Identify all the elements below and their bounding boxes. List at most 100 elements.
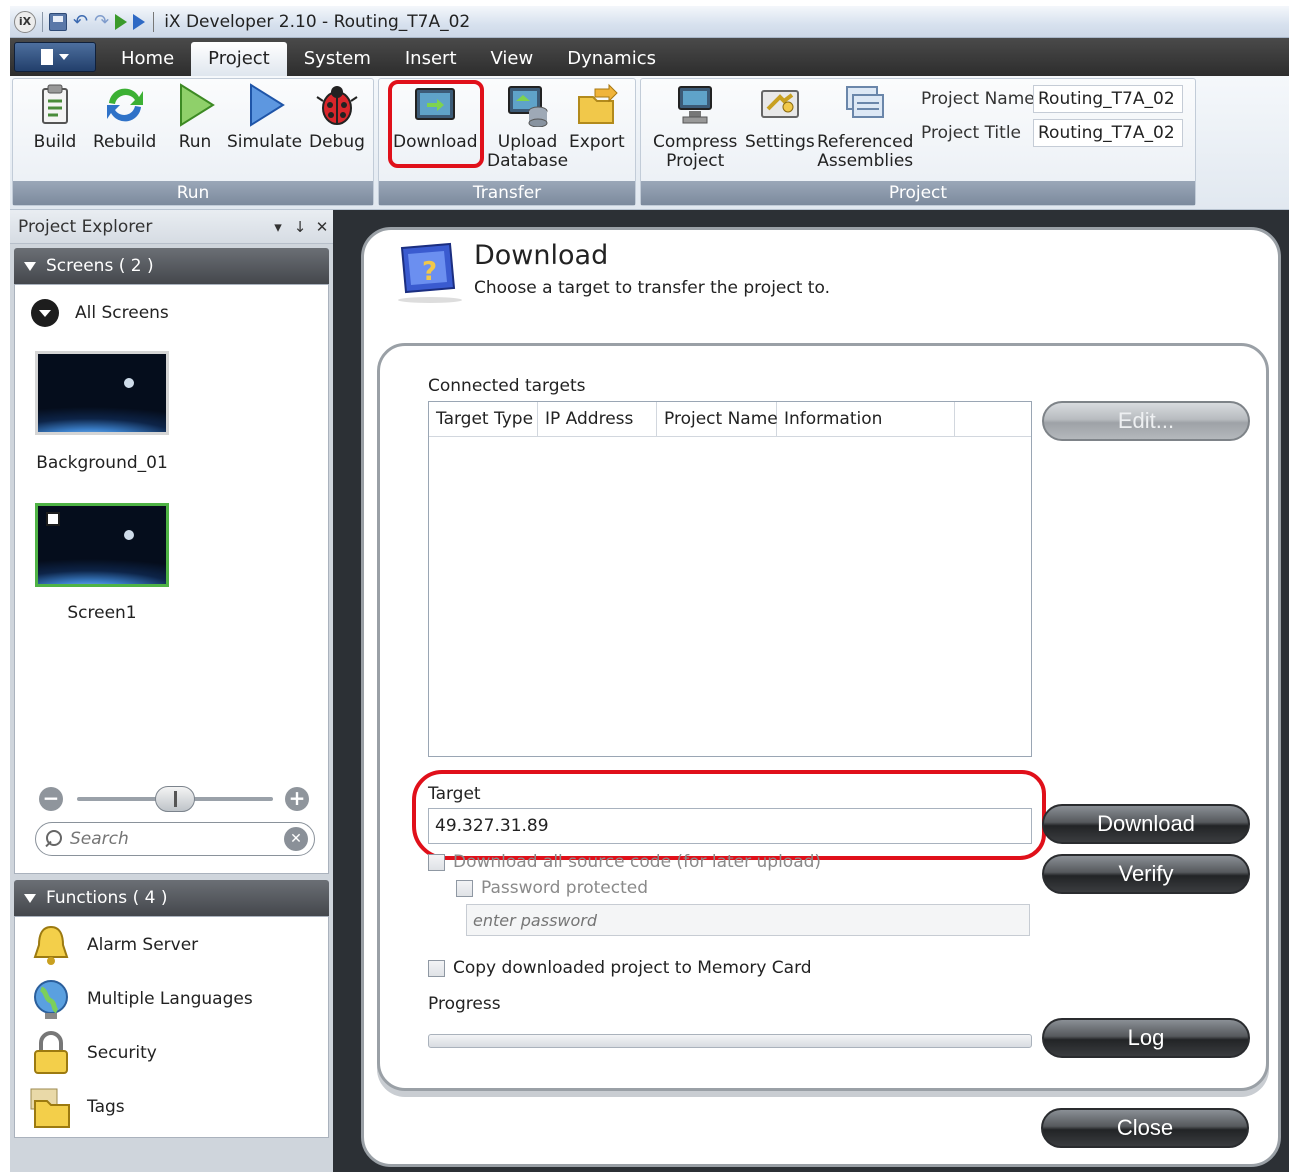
run-icon[interactable] bbox=[115, 13, 128, 30]
dialog-title: Download bbox=[474, 240, 609, 271]
progress-bar bbox=[428, 1034, 1032, 1048]
column-header-information[interactable]: Information bbox=[777, 402, 955, 436]
run-button[interactable]: Run bbox=[173, 83, 217, 152]
zoom-slider-thumb[interactable] bbox=[155, 786, 195, 812]
download-options-panel: Connected targets Target Type IP Address… bbox=[377, 343, 1269, 1091]
tab-insert[interactable]: Insert bbox=[388, 42, 474, 76]
functions-panel: Alarm Server Multiple Languages Security… bbox=[14, 916, 329, 1138]
screen-search[interactable]: ✕ bbox=[35, 822, 315, 856]
document-icon bbox=[41, 49, 53, 65]
pin-icon[interactable]: ↓ bbox=[289, 218, 311, 236]
function-item-alarm-server[interactable]: Alarm Server bbox=[29, 923, 198, 967]
build-icon bbox=[33, 83, 77, 127]
connected-targets-table[interactable]: Target Type IP Address Project Name Info… bbox=[428, 401, 1032, 757]
bell-icon bbox=[29, 923, 73, 967]
compress-label-1: Compress bbox=[653, 132, 738, 152]
title-bar: iX ↶ ↷ iX Developer 2.10 - Routing_T7A_0… bbox=[10, 6, 1289, 38]
settings-button[interactable]: Settings bbox=[745, 83, 815, 152]
close-icon[interactable]: ✕ bbox=[311, 218, 333, 236]
password-protected-checkbox[interactable]: Password protected bbox=[456, 878, 648, 898]
functions-section-header[interactable]: Functions ( 4 ) bbox=[14, 880, 329, 916]
undo-icon[interactable]: ↶ bbox=[73, 12, 88, 31]
assemblies-icon bbox=[843, 83, 887, 127]
build-button[interactable]: Build bbox=[33, 83, 77, 152]
checkbox-box[interactable] bbox=[456, 879, 473, 897]
referenced-assemblies-button[interactable]: Referenced Assemblies bbox=[817, 83, 913, 171]
tab-project[interactable]: Project bbox=[191, 42, 287, 76]
column-header-ip-address[interactable]: IP Address bbox=[538, 402, 657, 436]
function-item-security[interactable]: Security bbox=[29, 1031, 157, 1075]
function-label: Multiple Languages bbox=[87, 989, 253, 1009]
verify-button[interactable]: Verify bbox=[1042, 854, 1250, 894]
checkbox-box[interactable] bbox=[428, 853, 445, 871]
tab-view[interactable]: View bbox=[474, 42, 551, 76]
collapse-icon bbox=[24, 261, 36, 271]
dropdown-icon[interactable]: ▾ bbox=[267, 218, 289, 236]
zoom-out-icon[interactable]: − bbox=[39, 787, 63, 811]
edit-button[interactable]: Edit... bbox=[1042, 401, 1250, 441]
simulate-icon bbox=[243, 83, 287, 127]
bug-icon bbox=[315, 83, 359, 127]
upload-database-button[interactable]: Upload Database bbox=[487, 83, 568, 171]
functions-header-label: Functions ( 4 ) bbox=[46, 888, 168, 908]
screen-thumbnail-screen1[interactable] bbox=[35, 503, 169, 587]
dialog-subtitle: Choose a target to transfer the project … bbox=[474, 278, 830, 298]
column-header-target-type[interactable]: Target Type bbox=[429, 402, 538, 436]
tab-dynamics[interactable]: Dynamics bbox=[550, 42, 673, 76]
download-button[interactable]: Download bbox=[1042, 804, 1250, 844]
export-label: Export bbox=[569, 132, 625, 152]
function-label: Alarm Server bbox=[87, 935, 199, 955]
screens-panel: All Screens Background_01 Screen1 − + ✕ bbox=[14, 284, 329, 874]
simulate-button[interactable]: Simulate bbox=[227, 83, 302, 152]
project-title-input[interactable] bbox=[1033, 119, 1183, 147]
screens-section-header[interactable]: Screens ( 2 ) bbox=[14, 248, 329, 284]
tab-system[interactable]: System bbox=[287, 42, 388, 76]
export-button[interactable]: Export bbox=[569, 83, 625, 152]
all-screens-item[interactable]: All Screens bbox=[31, 299, 169, 327]
clear-search-icon[interactable]: ✕ bbox=[284, 827, 308, 851]
target-label: Target bbox=[428, 784, 481, 804]
screen-label: Background_01 bbox=[36, 453, 168, 473]
tab-home[interactable]: Home bbox=[104, 42, 191, 76]
download-dialog-icon: ? bbox=[392, 240, 466, 304]
project-explorer-header: Project Explorer ▾ ↓ ✕ bbox=[10, 210, 333, 244]
compress-project-button[interactable]: Compress Project bbox=[653, 83, 737, 171]
redo-icon[interactable]: ↷ bbox=[94, 12, 109, 31]
app-logo[interactable]: iX bbox=[14, 10, 36, 33]
upload-label-2: Database bbox=[487, 151, 569, 171]
simulate-icon[interactable] bbox=[133, 13, 146, 30]
zoom-in-icon[interactable]: + bbox=[285, 787, 309, 811]
screen-thumbnail-background[interactable] bbox=[35, 351, 169, 435]
close-button[interactable]: Close bbox=[1041, 1108, 1249, 1148]
chevron-down-icon bbox=[31, 299, 59, 327]
debug-label: Debug bbox=[309, 132, 365, 152]
function-item-multiple-languages[interactable]: Multiple Languages bbox=[29, 977, 253, 1021]
download-source-checkbox[interactable]: Download all source code (for later uplo… bbox=[428, 852, 821, 872]
log-button[interactable]: Log bbox=[1042, 1018, 1250, 1058]
column-header-project-name[interactable]: Project Name bbox=[657, 402, 778, 436]
checkbox-box[interactable] bbox=[428, 959, 445, 977]
target-input[interactable] bbox=[428, 808, 1032, 844]
settings-label: Settings bbox=[745, 132, 815, 152]
download-icon bbox=[413, 83, 457, 127]
rebuild-button[interactable]: Rebuild bbox=[93, 83, 156, 152]
function-item-tags[interactable]: Tags bbox=[29, 1085, 125, 1129]
project-name-input[interactable] bbox=[1033, 85, 1183, 113]
tags-icon bbox=[29, 1085, 73, 1129]
password-input[interactable] bbox=[466, 904, 1030, 936]
search-input[interactable] bbox=[70, 829, 270, 849]
download-ribbon-button[interactable]: Download bbox=[393, 83, 478, 152]
run-group: Build Rebuild Run Simulate Debug Run bbox=[12, 78, 374, 206]
moon-image bbox=[124, 530, 134, 540]
application-menu-button[interactable] bbox=[14, 42, 96, 72]
zoom-slider[interactable]: − + bbox=[39, 785, 311, 813]
separator bbox=[42, 11, 43, 32]
project-explorer: Project Explorer ▾ ↓ ✕ Screens ( 2 ) All… bbox=[10, 210, 333, 1172]
run-label: Run bbox=[178, 132, 212, 152]
memory-card-checkbox[interactable]: Copy downloaded project to Memory Card bbox=[428, 958, 812, 978]
referenced-label-2: Assemblies bbox=[817, 151, 914, 171]
transfer-group-label: Transfer bbox=[379, 181, 635, 205]
debug-button[interactable]: Debug bbox=[309, 83, 365, 152]
save-icon[interactable] bbox=[49, 12, 67, 31]
build-label: Build bbox=[33, 132, 77, 152]
